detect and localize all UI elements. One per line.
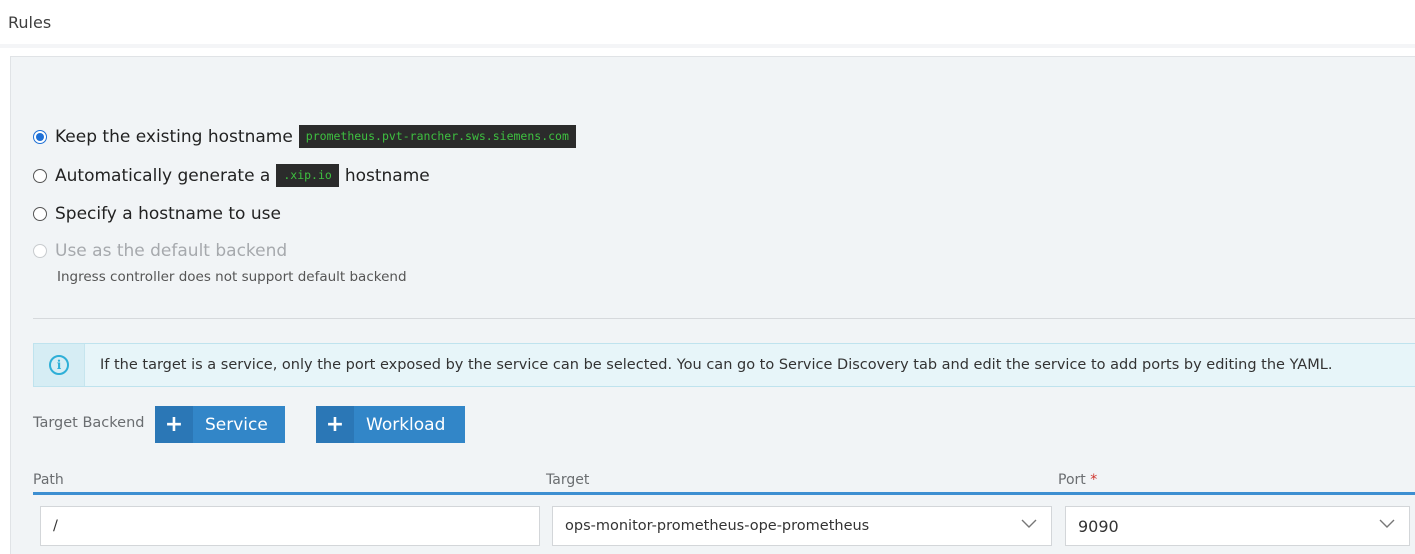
info-banner: i If the target is a service, only the p… [33, 343, 1415, 387]
section-title: Rules [8, 13, 52, 32]
workload-button-label: Workload [366, 414, 446, 435]
target-select[interactable]: ops-monitor-prometheus-ope-prometheus [552, 506, 1052, 546]
xip-code: .xip.io [276, 164, 339, 187]
plus-icon: + [316, 406, 354, 443]
radio-auto-generate-hostname[interactable]: Automatically generate a .xip.io hostnam… [33, 164, 430, 187]
service-button-label: Service [205, 414, 268, 435]
radio-label: Specify a hostname to use [55, 204, 281, 224]
target-value: ops-monitor-prometheus-ope-prometheus [565, 518, 870, 534]
table-header-rule [33, 492, 1415, 495]
target-column-header: Target [546, 472, 590, 488]
path-input[interactable]: / [40, 506, 540, 546]
radio-specify-hostname[interactable]: Specify a hostname to use [33, 204, 281, 224]
top-divider [0, 44, 1415, 48]
port-value: 9090 [1078, 516, 1119, 536]
info-circle-icon: i [49, 355, 69, 375]
add-workload-button[interactable]: + Workload [316, 406, 465, 443]
info-text: If the target is a service, only the por… [100, 357, 1333, 373]
radio-default-backend: Use as the default backend [33, 241, 287, 261]
chevron-down-icon [1021, 519, 1037, 528]
radio-button[interactable] [33, 168, 47, 183]
radio-keep-existing-hostname[interactable]: Keep the existing hostname prometheus.pv… [33, 125, 582, 148]
radio-button-disabled [33, 244, 47, 258]
radio-label: Automatically generate a [55, 165, 271, 186]
section-divider [33, 318, 1415, 319]
info-icon-container: i [34, 344, 85, 386]
radio-label-suffix: hostname [344, 165, 430, 186]
port-header-label: Port [1058, 472, 1086, 488]
add-service-button[interactable]: + Service [155, 406, 285, 443]
default-backend-note: Ingress controller does not support defa… [57, 269, 407, 285]
chevron-down-icon [1379, 519, 1395, 528]
radio-button-checked[interactable] [33, 129, 47, 144]
path-value: / [53, 518, 58, 534]
existing-hostname-code: prometheus.pvt-rancher.sws.siemens.com [298, 125, 576, 148]
radio-label: Keep the existing hostname [55, 126, 293, 147]
required-mark: * [1090, 472, 1098, 488]
radio-label: Use as the default backend [55, 241, 288, 261]
port-select[interactable]: 9090 [1065, 506, 1410, 546]
radio-button[interactable] [33, 207, 47, 221]
plus-icon: + [155, 406, 193, 443]
path-column-header: Path [33, 472, 64, 488]
port-column-header: Port * [1058, 472, 1097, 488]
target-backend-label: Target Backend [33, 415, 145, 431]
